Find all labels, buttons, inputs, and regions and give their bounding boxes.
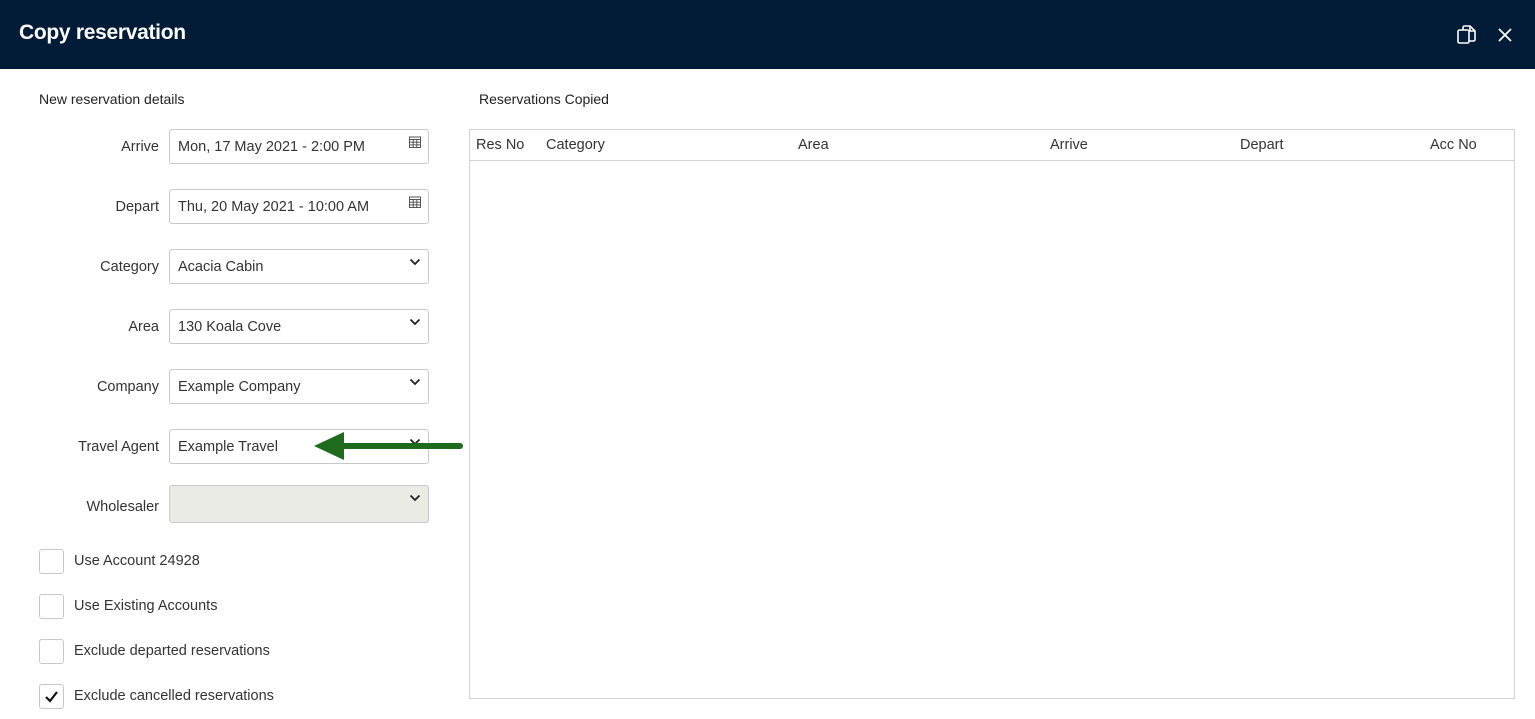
arrow-left-icon [312, 430, 466, 469]
calendar-icon[interactable] [408, 195, 422, 209]
reservations-copied-heading: Reservations Copied [479, 91, 609, 107]
close-button[interactable] [1494, 24, 1516, 46]
category-label: Category [100, 259, 159, 275]
table-header: Res No Category Area Arrive Depart Acc N… [470, 130, 1514, 161]
depart-date-field[interactable]: Thu, 20 May 2021 - 10:00 AM [169, 189, 429, 224]
area-select[interactable]: 130 Koala Cove [169, 309, 429, 344]
exclude-departed-checkbox[interactable] [39, 639, 64, 664]
category-select[interactable]: Acacia Cabin [169, 249, 429, 284]
travel-agent-label: Travel Agent [78, 439, 159, 455]
area-label: Area [128, 319, 159, 335]
checkmark-icon [40, 691, 63, 712]
dialog-title: Copy reservation [19, 21, 186, 44]
arrive-date-field[interactable]: Mon, 17 May 2021 - 2:00 PM [169, 129, 429, 164]
exclude-cancelled-checkbox[interactable] [39, 684, 64, 709]
depart-label: Depart [115, 199, 159, 215]
company-label: Company [96, 379, 159, 395]
duplicate-icon [1456, 24, 1478, 46]
travel-agent-value: Example Travel [178, 439, 278, 455]
column-header-area[interactable]: Area [798, 137, 829, 153]
area-value: 130 Koala Cove [178, 319, 282, 335]
column-header-acc-no[interactable]: Acc No [1430, 137, 1477, 153]
use-account-checkbox[interactable] [39, 549, 64, 574]
column-header-category[interactable]: Category [546, 137, 605, 153]
arrive-label: Arrive [121, 139, 159, 155]
use-existing-accounts-checkbox[interactable] [39, 594, 64, 619]
reservations-copied-table: Res No Category Area Arrive Depart Acc N… [469, 129, 1515, 699]
use-account-label: Use Account 24928 [74, 553, 200, 569]
duplicate-button[interactable] [1456, 24, 1478, 46]
calendar-icon[interactable] [408, 135, 422, 149]
chevron-down-icon [408, 315, 422, 329]
chevron-down-icon [408, 255, 422, 269]
column-header-depart[interactable]: Depart [1240, 137, 1284, 153]
depart-value: Thu, 20 May 2021 - 10:00 AM [178, 199, 370, 215]
column-header-res-no[interactable]: Res No [476, 137, 524, 153]
chevron-down-icon [408, 375, 422, 389]
wholesaler-label: Wholesaler [86, 499, 159, 515]
company-value: Example Company [178, 379, 301, 395]
use-existing-accounts-label: Use Existing Accounts [74, 598, 218, 614]
company-select[interactable]: Example Company [169, 369, 429, 404]
column-header-arrive[interactable]: Arrive [1050, 137, 1088, 153]
close-icon [1494, 24, 1516, 46]
exclude-cancelled-label: Exclude cancelled reservations [74, 688, 274, 704]
new-reservation-details-heading: New reservation details [39, 91, 185, 107]
category-value: Acacia Cabin [178, 259, 264, 275]
arrive-value: Mon, 17 May 2021 - 2:00 PM [178, 139, 365, 155]
wholesaler-select [169, 485, 429, 523]
chevron-down-icon [408, 491, 422, 505]
dialog-header: Copy reservation [0, 0, 1535, 69]
exclude-departed-label: Exclude departed reservations [74, 643, 270, 659]
